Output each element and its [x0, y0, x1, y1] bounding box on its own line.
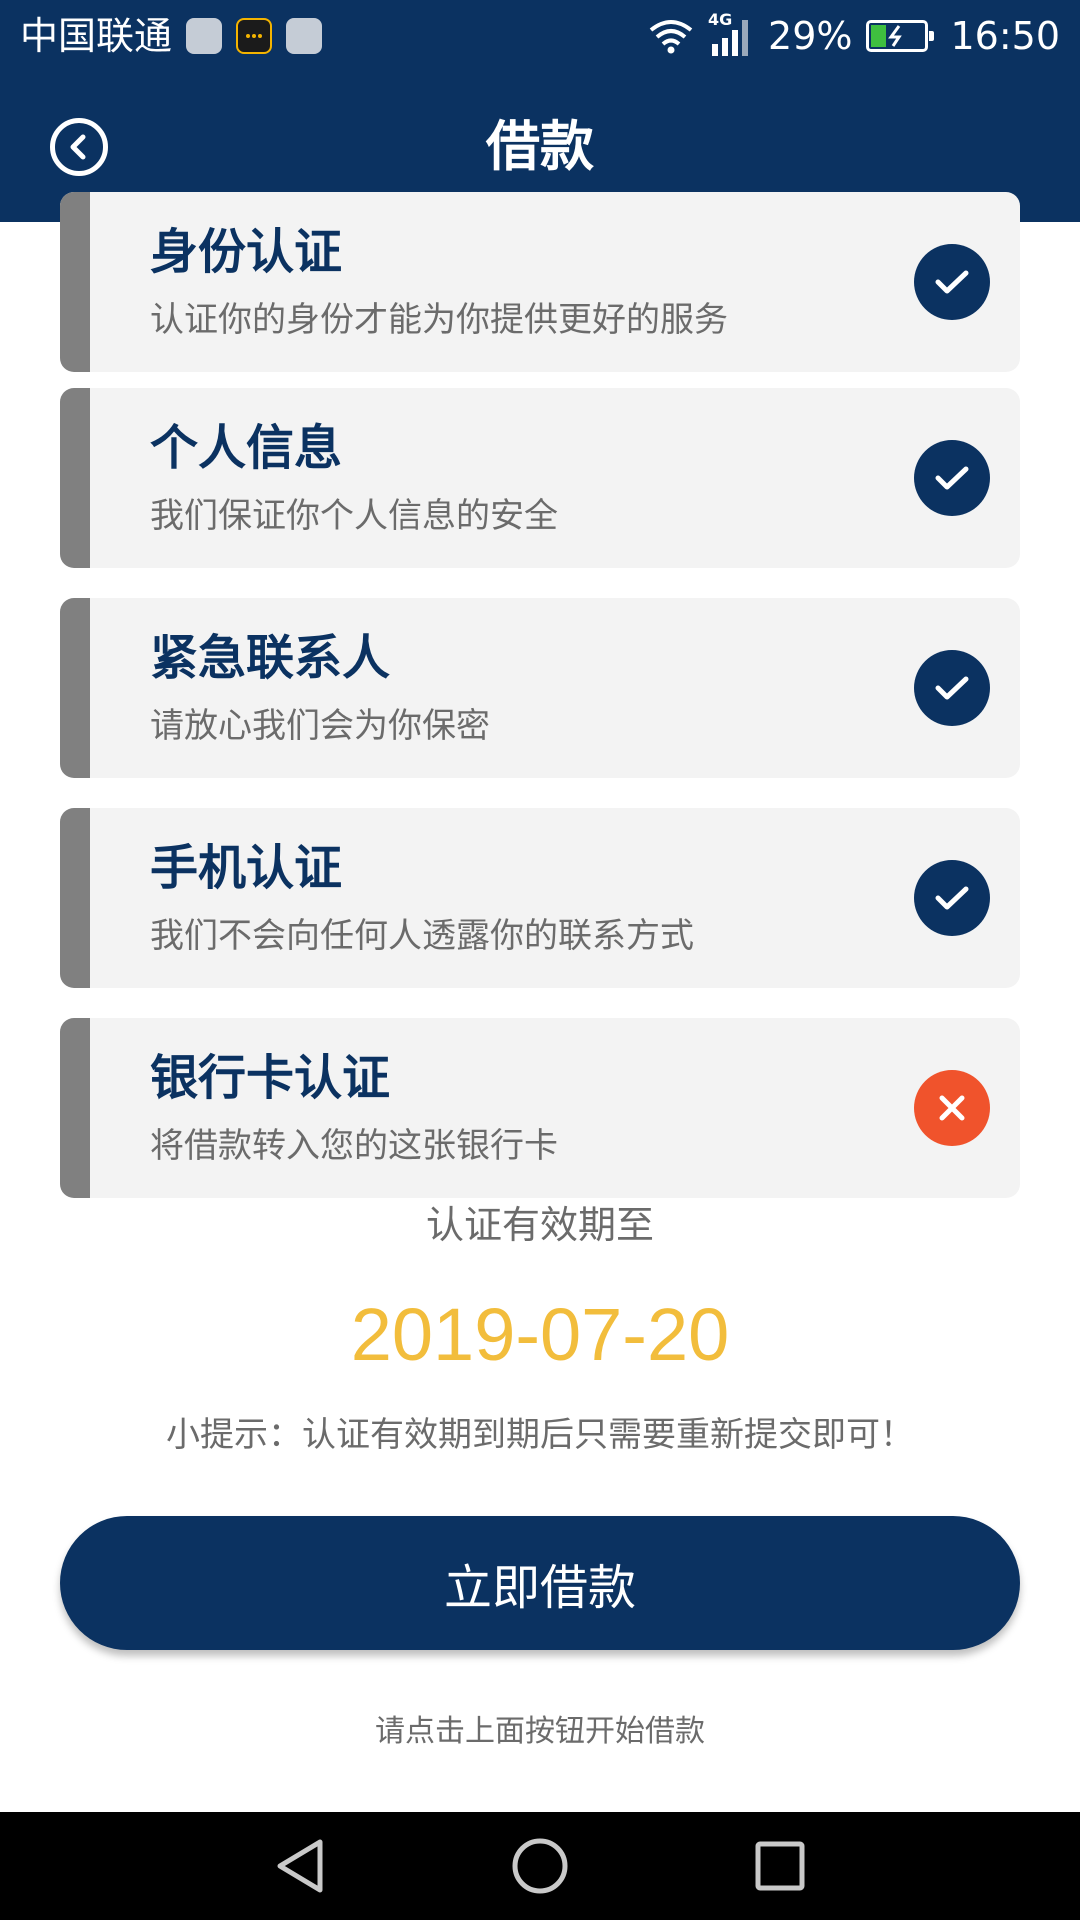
nav-back-button[interactable]: [268, 1834, 332, 1898]
close-icon: [939, 1095, 965, 1121]
card-description: 我们保证你个人信息的安全: [150, 496, 558, 536]
page-title: 借款: [486, 115, 594, 178]
status-bar-left: 中国联通: [20, 14, 323, 58]
verified-badge: [914, 650, 990, 726]
verification-card-identity[interactable]: 身份认证 认证你的身份才能为你提供更好的服务: [60, 192, 1020, 372]
clock: 16:50: [950, 14, 1060, 58]
nav-recents-button[interactable]: [748, 1834, 812, 1898]
validity-date: 2019-07-20: [350, 1293, 730, 1376]
card-accent-bar: [60, 192, 90, 372]
notification-app-icon: [186, 18, 223, 54]
card-accent-bar: [60, 598, 90, 778]
card-accent-bar: [60, 1018, 90, 1198]
check-icon: [935, 466, 969, 490]
recents-square-icon: [755, 1841, 805, 1891]
check-icon: [935, 886, 969, 910]
card-title: 手机认证: [150, 840, 343, 896]
card-title: 银行卡认证: [150, 1050, 391, 1106]
nav-home-button[interactable]: [508, 1834, 572, 1898]
verification-card-personal-info[interactable]: 个人信息 我们保证你个人信息的安全: [60, 388, 1020, 568]
verified-badge: [914, 860, 990, 936]
borrow-hint: 请点击上面按钮开始借款: [375, 1714, 705, 1749]
card-title: 个人信息: [150, 420, 343, 476]
status-bar-right: 4G 29% 16:50: [648, 10, 1060, 58]
check-icon: [935, 270, 969, 294]
card-title: 紧急联系人: [150, 630, 391, 686]
verification-card-bank-card[interactable]: 银行卡认证 将借款转入您的这张银行卡: [60, 1018, 1020, 1198]
wifi-icon: [649, 20, 693, 54]
battery-percent: 29%: [768, 14, 853, 58]
validity-label: 认证有效期至: [425, 1203, 654, 1247]
check-icon: [935, 676, 969, 700]
card-description: 认证你的身份才能为你提供更好的服务: [150, 300, 728, 340]
battery-charging-icon: [866, 20, 935, 52]
card-description: 请放心我们会为你保密: [150, 706, 490, 746]
card-description: 将借款转入您的这张银行卡: [150, 1126, 558, 1166]
back-triangle-icon: [277, 1839, 323, 1893]
unverified-badge: [914, 1070, 990, 1146]
status-bar: 中国联通 4G 29% 16:50: [0, 0, 1080, 72]
messenger-icon: [236, 18, 273, 54]
card-accent-bar: [60, 808, 90, 988]
carrier-name: 中国联通: [20, 14, 173, 58]
verified-badge: [914, 244, 990, 320]
signal-icon: 4G: [708, 10, 754, 58]
borrow-now-button[interactable]: 立即借款: [60, 1516, 1020, 1650]
notification-app-icon: [286, 18, 323, 54]
verified-badge: [914, 440, 990, 516]
system-nav-bar: [0, 1812, 1080, 1920]
card-title: 身份认证: [150, 224, 343, 280]
card-description: 我们不会向任何人透露你的联系方式: [150, 916, 694, 956]
verification-card-phone[interactable]: 手机认证 我们不会向任何人透露你的联系方式: [60, 808, 1020, 988]
verification-card-emergency-contact[interactable]: 紧急联系人 请放心我们会为你保密: [60, 598, 1020, 778]
validity-tip: 小提示：认证有效期到期后只需要重新提交即可！: [166, 1415, 914, 1455]
card-accent-bar: [60, 388, 90, 568]
home-circle-icon: [512, 1838, 568, 1894]
